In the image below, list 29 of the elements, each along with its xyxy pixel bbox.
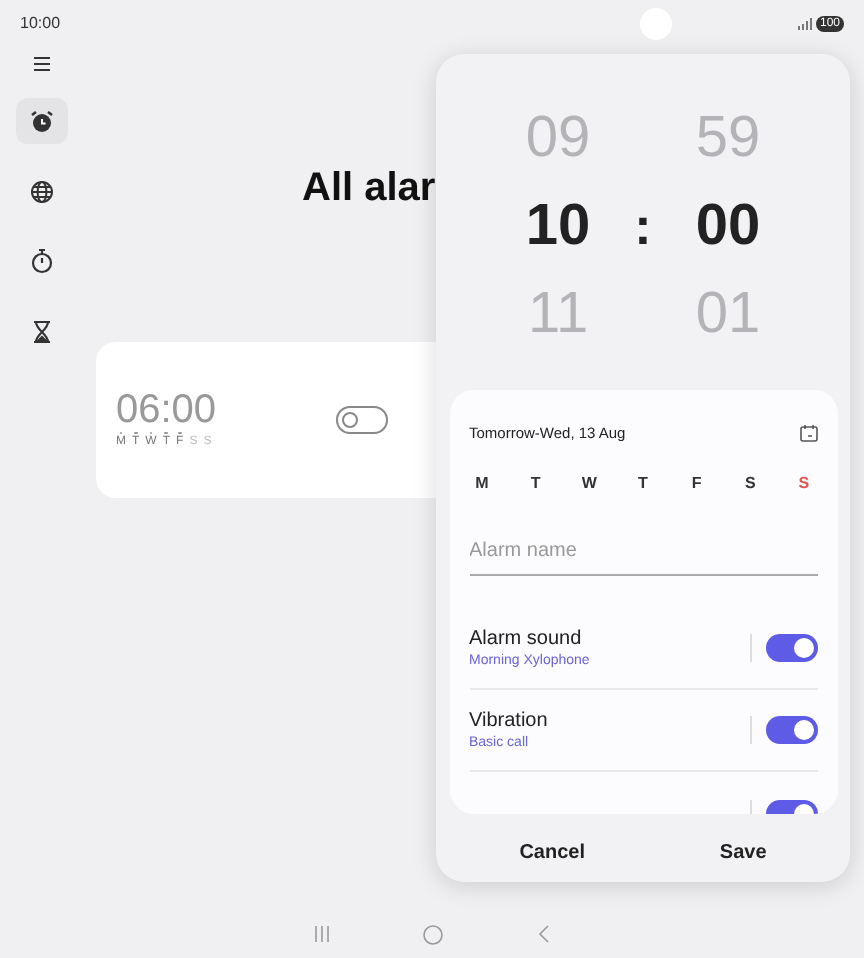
option-title: Vibration [469, 707, 548, 734]
toggle-switch[interactable] [765, 634, 817, 663]
alarm-clock-icon [29, 109, 53, 133]
minute-value[interactable]: 00 [695, 192, 761, 260]
page-title: All alar [302, 166, 436, 210]
weekday-toggle[interactable]: F [687, 472, 706, 497]
weekday-toggle[interactable]: T [526, 472, 545, 497]
sheet-button[interactable]: Cancel [499, 832, 605, 874]
toggle-switch[interactable] [336, 406, 389, 434]
weekday-toggle[interactable]: T [633, 472, 652, 497]
globe-icon [29, 179, 53, 203]
stopwatch-icon [29, 248, 53, 274]
time-separator: : [634, 193, 652, 259]
nav-item[interactable] [15, 98, 67, 144]
hour-value[interactable]: 10 [525, 192, 591, 260]
signal-icon [797, 18, 812, 30]
alarm-time: 06:00 [116, 387, 217, 432]
weekday-toggle[interactable]: S [741, 472, 760, 497]
calendar-icon[interactable] [799, 424, 817, 443]
option-title: Alarm sound [469, 625, 584, 652]
weekday-toggle[interactable]: S [794, 472, 813, 497]
sheet-button[interactable]: Save [699, 832, 787, 874]
alarm-name-field[interactable]: Alarm name [469, 536, 817, 577]
weekday-toggle[interactable]: M [473, 472, 491, 497]
weekday-toggle[interactable]: W [580, 472, 599, 497]
toggle-switch[interactable] [765, 716, 817, 745]
status-time: 10:00 [20, 12, 61, 36]
menu-icon[interactable] [31, 54, 51, 74]
hourglass-icon [31, 319, 51, 343]
